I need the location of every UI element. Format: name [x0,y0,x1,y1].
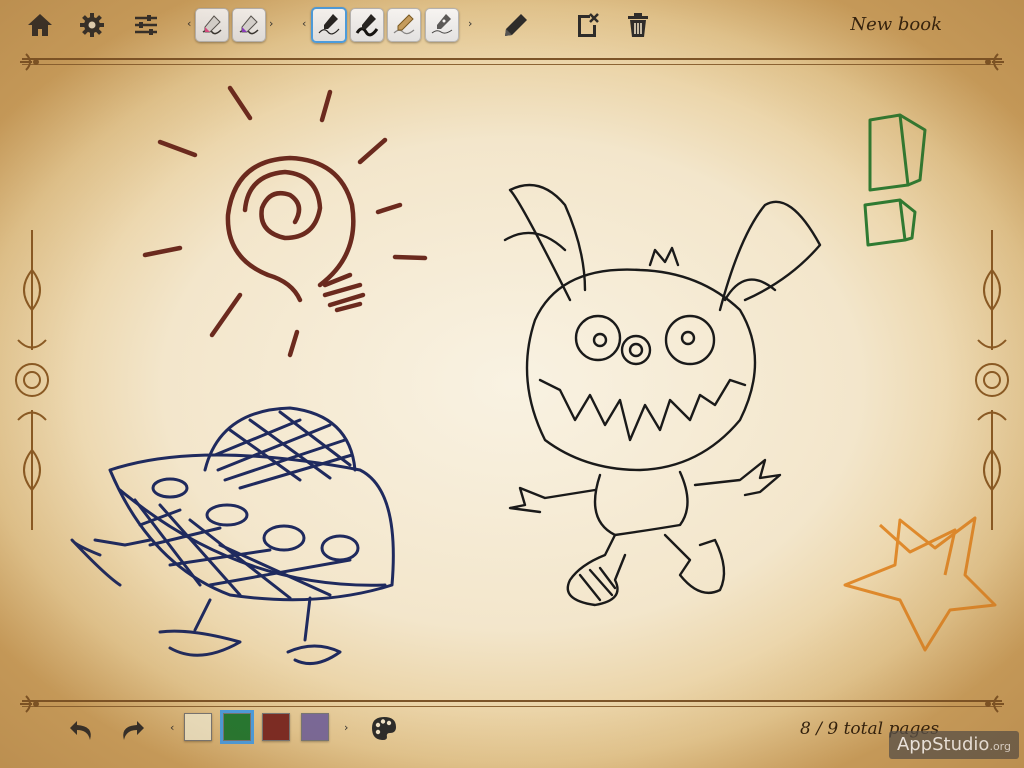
redo-button[interactable] [116,714,148,746]
watermark: AppStudio.org [888,731,1019,759]
redo-icon [123,721,144,740]
ufo-sketch [70,406,395,666]
star-sketch [843,516,997,652]
colors-scroll-right[interactable]: › [344,721,348,734]
watermark-suffix: .org [989,740,1011,753]
undo-icon [70,721,91,740]
color-swatch[interactable] [301,713,329,741]
monster-sketch [503,183,822,607]
undo-button[interactable] [66,714,98,746]
colors-scroll-left[interactable]: ‹ [170,721,174,734]
palette-button[interactable] [368,712,400,744]
color-swatch-selected[interactable] [220,710,254,744]
watermark-text: AppStudio [896,734,990,755]
color-swatch[interactable] [262,713,290,741]
lightbulb-sketch [142,85,428,358]
palette-icon [372,717,396,740]
drawing-layer[interactable] [0,0,1024,768]
color-swatch[interactable] [184,713,212,741]
page-canvas[interactable]: ‹ › ‹ › New book ‹ › 8 / 9 total pages A… [0,0,1024,768]
exclamation-sketch [863,113,927,247]
